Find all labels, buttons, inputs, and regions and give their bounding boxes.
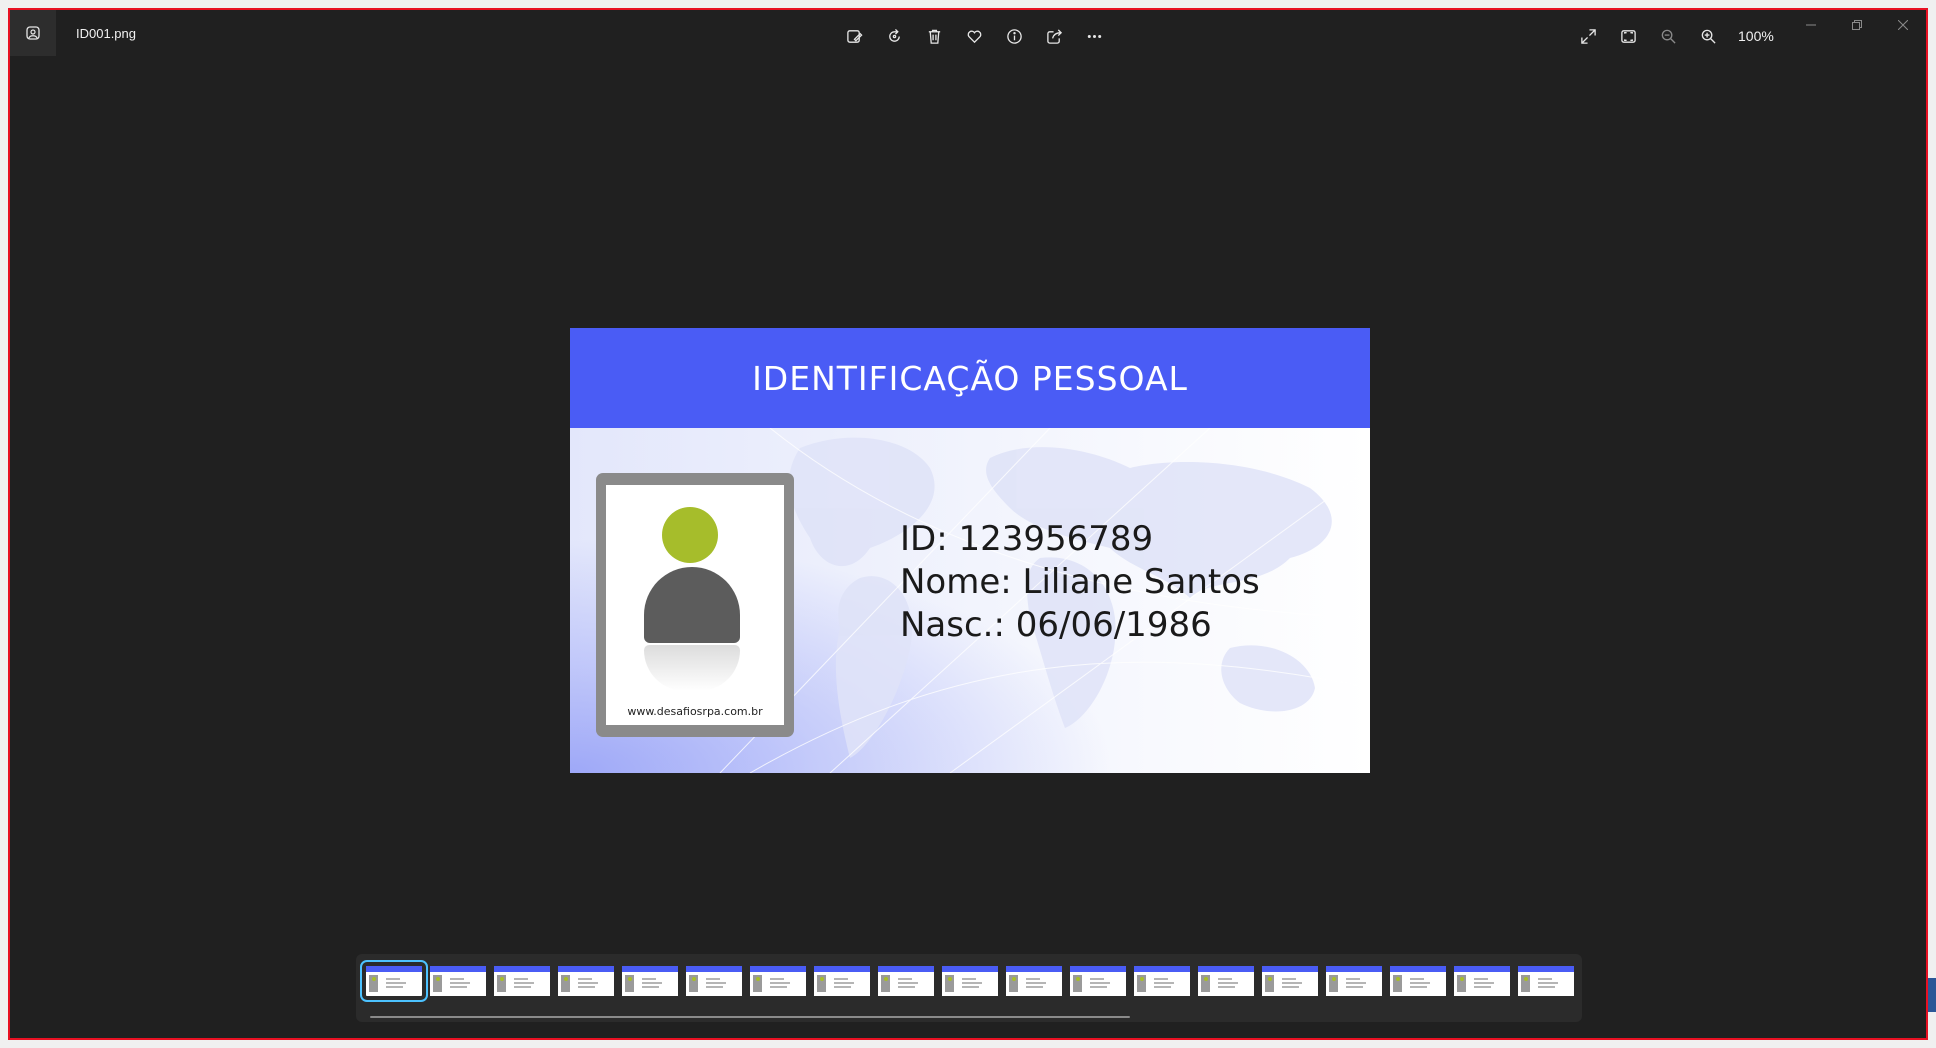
photo-caption: www.desafiosrpa.com.br [627, 705, 763, 718]
id-number: ID: 123956789 [900, 519, 1154, 559]
info-icon [1006, 28, 1022, 44]
filmstrip-thumbnail[interactable] [430, 966, 486, 996]
photos-app-window: ID001.png 100% IDENTIFICAÇÃO PESSOAL www… [8, 8, 1928, 1040]
minimize-button[interactable] [1788, 10, 1834, 40]
fullscreen-button[interactable] [1572, 20, 1604, 52]
taskbar-edge [1928, 978, 1936, 1012]
favorite-icon [967, 30, 981, 43]
window-controls [1788, 10, 1926, 40]
delete-button[interactable] [918, 20, 950, 52]
zoom-out-button[interactable] [1652, 20, 1684, 52]
avatar-body [644, 567, 740, 643]
filmstrip-thumbnail[interactable] [1326, 966, 1382, 996]
filmstrip [356, 954, 1582, 1022]
minimize-icon [1806, 24, 1816, 26]
card-header: IDENTIFICAÇÃO PESSOAL [570, 328, 1370, 428]
share-icon [1046, 28, 1062, 44]
close-icon [1898, 20, 1908, 30]
zoom-level[interactable]: 100% [1738, 28, 1774, 44]
profile-photo: www.desafiosrpa.com.br [606, 485, 784, 725]
rotate-icon [888, 28, 900, 42]
photos-icon [26, 26, 40, 40]
delete-icon [928, 29, 940, 44]
photo-frame: www.desafiosrpa.com.br [596, 473, 794, 737]
fit-window-icon [1620, 29, 1636, 43]
avatar-head [662, 507, 718, 563]
more-icon [1087, 34, 1101, 38]
zoom-in-icon [1701, 29, 1716, 44]
filmstrip-thumbnail[interactable] [1070, 966, 1126, 996]
restore-icon [1852, 20, 1862, 30]
view-tools: 100% [1572, 20, 1774, 52]
card-info: ID: 123956789 Nome: Liliane Santos Nasc.… [900, 518, 1260, 647]
more-button[interactable] [1078, 20, 1110, 52]
filmstrip-thumbnail[interactable] [878, 966, 934, 996]
filmstrip-thumbnail[interactable] [494, 966, 550, 996]
filmstrip-thumbnail[interactable] [1390, 966, 1446, 996]
fullscreen-icon [1580, 28, 1596, 44]
displayed-image-id-card: IDENTIFICAÇÃO PESSOAL www.desafiosrpa.co… [570, 328, 1370, 773]
birth-date: Nasc.: 06/06/1986 [900, 605, 1212, 645]
filmstrip-thumbnail[interactable] [750, 966, 806, 996]
info-button[interactable] [998, 20, 1030, 52]
edit-image-button[interactable] [838, 20, 870, 52]
toolbar [838, 20, 1110, 52]
filmstrip-thumbnail[interactable] [360, 960, 428, 1002]
filmstrip-scrollbar[interactable] [370, 1016, 1130, 1018]
thumbnail-list [360, 960, 1574, 1002]
rotate-button[interactable] [878, 20, 910, 52]
card-body: www.desafiosrpa.com.br ID: 123956789 Nom… [570, 428, 1370, 773]
filmstrip-thumbnail[interactable] [814, 966, 870, 996]
filmstrip-thumbnail[interactable] [942, 966, 998, 996]
edit-image-icon [846, 29, 863, 43]
filmstrip-thumbnail[interactable] [1262, 966, 1318, 996]
filmstrip-thumbnail[interactable] [1006, 966, 1062, 996]
filmstrip-thumbnail[interactable] [1518, 966, 1574, 996]
avatar-reflection [644, 645, 740, 691]
title-bar: ID001.png 100% [10, 10, 1926, 58]
close-button[interactable] [1880, 10, 1926, 40]
filmstrip-thumbnail[interactable] [1198, 966, 1254, 996]
filmstrip-thumbnail[interactable] [686, 966, 742, 996]
file-name: ID001.png [76, 26, 136, 41]
filmstrip-thumbnail[interactable] [558, 966, 614, 996]
photos-app-icon[interactable] [10, 10, 56, 56]
card-title: IDENTIFICAÇÃO PESSOAL [752, 358, 1188, 398]
filmstrip-thumbnail[interactable] [1134, 966, 1190, 996]
person-name: Nome: Liliane Santos [900, 562, 1260, 602]
restore-button[interactable] [1834, 10, 1880, 40]
filmstrip-thumbnail[interactable] [1454, 966, 1510, 996]
zoom-out-icon [1661, 29, 1676, 44]
zoom-in-button[interactable] [1692, 20, 1724, 52]
filmstrip-thumbnail[interactable] [622, 966, 678, 996]
fit-window-button[interactable] [1612, 20, 1644, 52]
favorite-button[interactable] [958, 20, 990, 52]
share-button[interactable] [1038, 20, 1070, 52]
